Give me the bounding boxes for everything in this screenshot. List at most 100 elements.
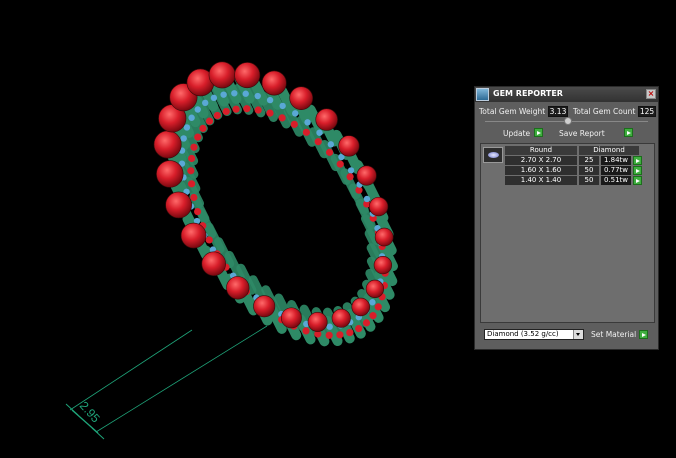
ruby-stone [201, 251, 226, 276]
small-ruby-stone [243, 105, 251, 113]
small-ruby-stone [302, 327, 310, 335]
panel-title: GEM REPORTER [493, 89, 563, 98]
accent-stone [326, 323, 333, 330]
close-button[interactable]: × [646, 89, 656, 99]
small-ruby-stone [325, 331, 333, 339]
small-ruby-stone [190, 143, 198, 151]
total-gem-count-label: Total Gem Count [573, 107, 636, 116]
accent-stone [183, 124, 191, 131]
ruby-stone [280, 307, 302, 329]
total-gem-count-value: 125 [638, 106, 656, 117]
row-size: 1.40 X 1.40 [505, 176, 577, 185]
row-select-button[interactable] [633, 156, 642, 165]
small-ruby-stone [193, 207, 202, 216]
ruby-stone [261, 70, 287, 96]
set-material-button[interactable] [639, 330, 648, 339]
ruby-stone [365, 279, 385, 299]
material-dropdown[interactable]: Diamond (3.52 g/cc) [484, 329, 584, 340]
small-ruby-stone [254, 106, 262, 114]
ruby-stone [289, 86, 314, 111]
row-select-button[interactable] [633, 166, 642, 175]
small-ruby-stone [199, 124, 207, 132]
row-count: 50 [579, 166, 599, 175]
ruby-stone [156, 160, 184, 188]
small-ruby-stone [188, 154, 196, 163]
accent-stone [363, 195, 371, 203]
row-weight: 0.51tw [601, 176, 631, 185]
column-header-material: Diamond [579, 146, 639, 155]
accent-stone [188, 114, 195, 121]
accent-stone [242, 90, 249, 97]
small-ruby-stone [187, 167, 195, 175]
row-weight: 1.84tw [601, 156, 631, 165]
column-header-shape: Round [505, 146, 577, 155]
accent-stone [369, 299, 376, 306]
row-count: 25 [579, 156, 599, 165]
small-ruby-stone [336, 160, 344, 168]
small-ruby-stone [213, 111, 221, 120]
accent-stone [202, 99, 209, 107]
round-gem-thumbnail-icon[interactable] [483, 147, 503, 163]
accent-stone [316, 129, 323, 136]
update-label: Update [503, 129, 531, 138]
accent-stone [231, 90, 238, 97]
ruby-stone [374, 227, 394, 247]
small-ruby-stone [290, 120, 298, 128]
ruby-stone [356, 165, 377, 186]
save-report-label: Save Report [559, 129, 605, 138]
panel-titlebar[interactable]: GEM REPORTER × [475, 87, 658, 102]
ruby-stone [331, 308, 351, 328]
small-ruby-stone [362, 319, 371, 327]
row-weight: 0.77tw [601, 166, 631, 175]
ruby-stone [307, 312, 328, 332]
material-value: Diamond (3.52 g/cc) [487, 330, 559, 338]
small-ruby-stone [374, 303, 382, 311]
ruby-stone [180, 222, 207, 249]
small-ruby-stone [205, 117, 214, 125]
small-ruby-stone [187, 180, 196, 188]
small-ruby-stone [355, 324, 363, 333]
row-count: 50 [579, 176, 599, 185]
row-select-button[interactable] [633, 176, 642, 185]
ruby-stone [351, 297, 370, 317]
gem-reporter-app-icon [476, 88, 489, 101]
accent-stone [194, 106, 201, 113]
gem-reporter-panel: GEM REPORTER × Total Gem Weight 3.13 Tot… [474, 86, 659, 350]
small-ruby-stone [232, 105, 240, 113]
small-ruby-stone [205, 236, 213, 244]
ruby-stone [165, 191, 192, 219]
ring-model [153, 61, 398, 347]
small-ruby-stone [190, 193, 198, 202]
accent-stone [254, 92, 261, 100]
total-gem-weight-label: Total Gem Weight [479, 107, 546, 116]
small-ruby-stone [325, 148, 334, 156]
dimension-annotation: 2.95 [65, 325, 268, 440]
ruby-stone [315, 108, 338, 131]
small-ruby-stone [369, 312, 377, 320]
slider-handle[interactable] [564, 117, 572, 125]
small-ruby-stone [222, 107, 230, 116]
accent-stone [304, 119, 311, 126]
small-ruby-stone [194, 133, 202, 141]
small-ruby-stone [302, 128, 311, 136]
small-ruby-stone [355, 186, 363, 194]
save-report-button[interactable] [624, 128, 633, 137]
update-button[interactable] [534, 128, 543, 137]
small-ruby-stone [278, 114, 286, 122]
small-ruby-stone [314, 138, 322, 146]
ruby-stone [234, 62, 261, 89]
gem-report-table: Round Diamond 2.70 X 2.70 25 1.84tw 1.60… [480, 143, 655, 323]
small-ruby-stone [346, 328, 354, 337]
accent-stone [210, 94, 218, 102]
ruby-stone [368, 196, 389, 217]
small-ruby-stone [336, 331, 344, 339]
ruby-stone [373, 255, 393, 275]
ruby-stone [153, 130, 182, 159]
ruby-stone [338, 135, 360, 157]
accent-stone [180, 135, 187, 142]
set-material-label: Set Material [591, 330, 637, 339]
accent-stone [266, 96, 274, 104]
ruby-stone [208, 61, 236, 89]
chevron-down-icon[interactable] [573, 330, 583, 339]
row-size: 1.60 X 1.60 [505, 166, 577, 175]
